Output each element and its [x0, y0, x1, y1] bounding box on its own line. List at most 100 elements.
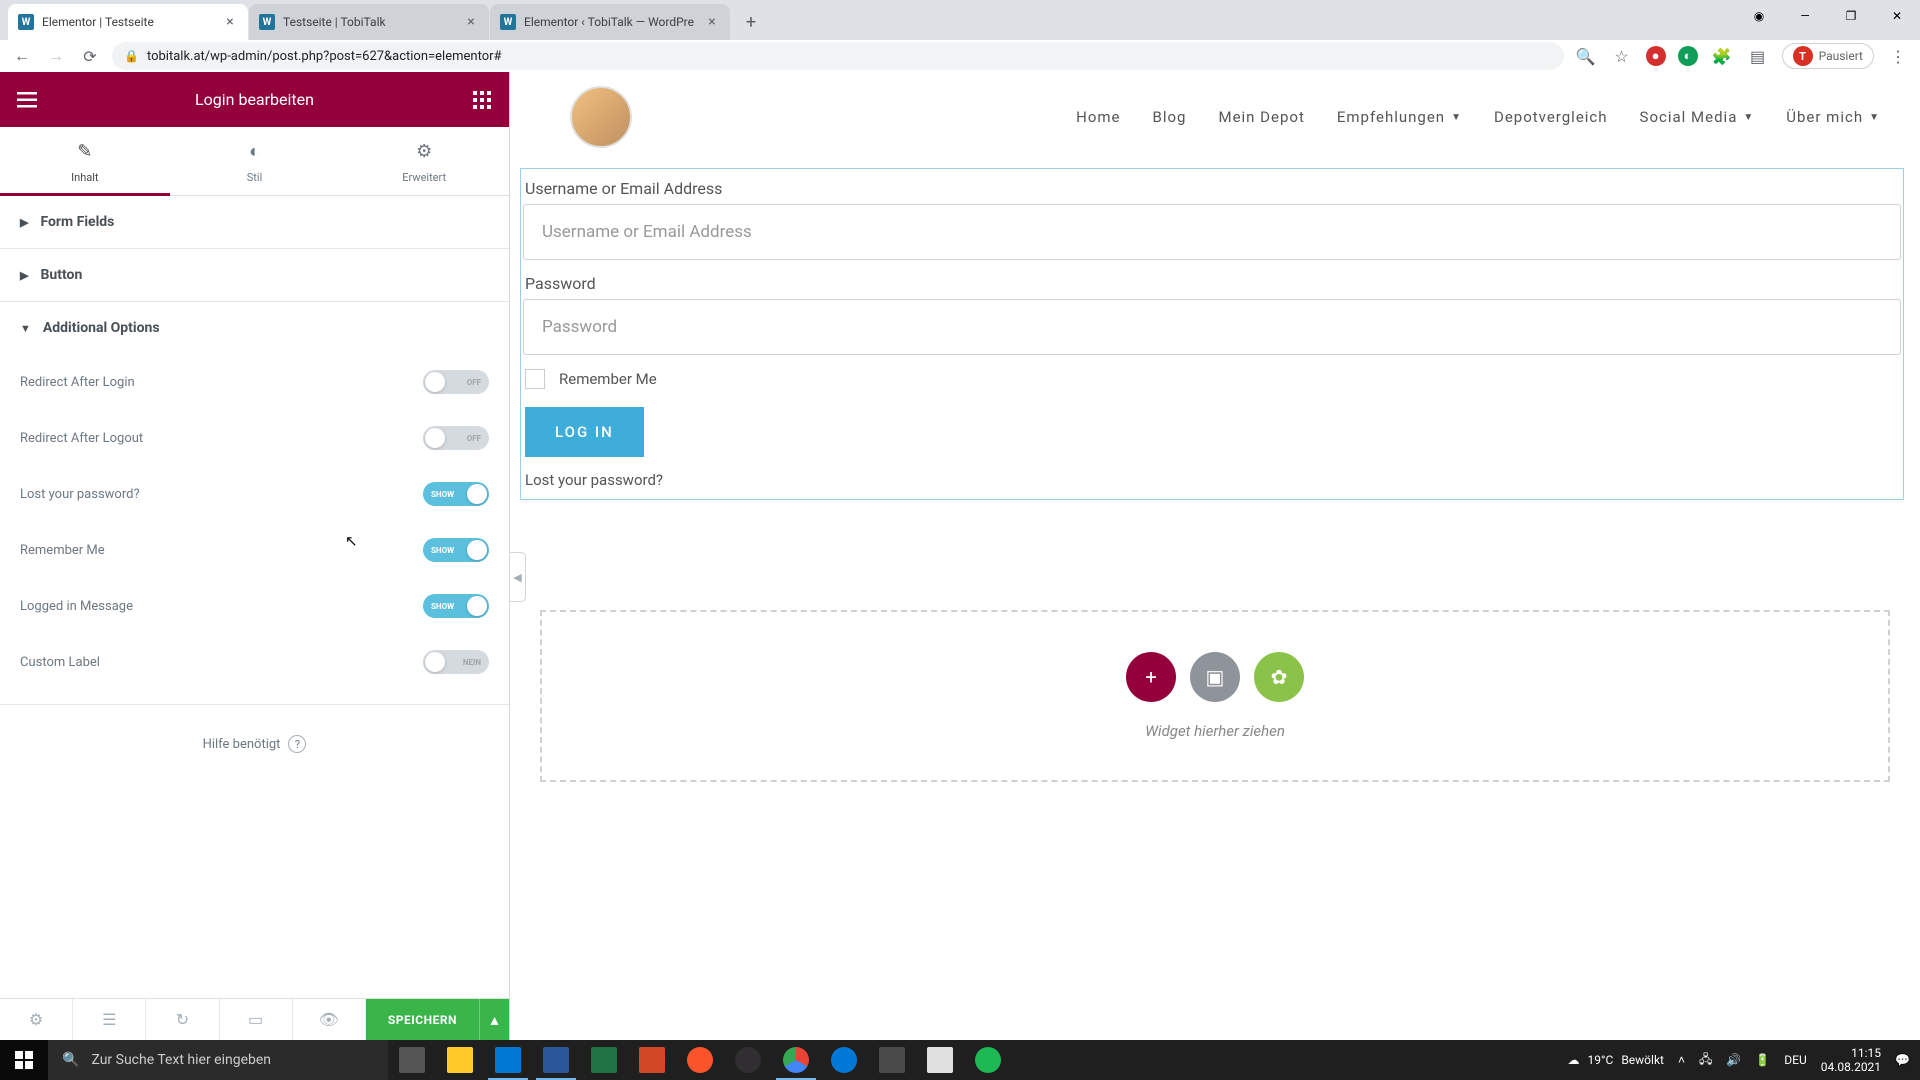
option-label: Remember Me: [20, 543, 105, 558]
toggle-redirect-logout[interactable]: OFF: [423, 426, 489, 450]
taskbar-search[interactable]: 🔍 Zur Suche Text hier eingeben: [48, 1040, 388, 1080]
start-button[interactable]: [0, 1040, 48, 1080]
hamburger-icon[interactable]: [14, 87, 40, 113]
toggle-custom-label[interactable]: NEIN: [423, 650, 489, 674]
word-icon[interactable]: [532, 1040, 580, 1080]
tab-advanced[interactable]: ⚙ Erweitert: [339, 127, 509, 195]
navigator-button[interactable]: ☰: [73, 999, 146, 1040]
toggle-remember-me[interactable]: SHOW: [423, 538, 489, 562]
tab-style[interactable]: ◐ Stil: [170, 127, 340, 195]
section-header[interactable]: ▼ Additional Options: [0, 302, 509, 354]
history-button[interactable]: ↻: [146, 999, 219, 1040]
nav-depot[interactable]: Mein Depot: [1218, 108, 1304, 126]
obs-icon[interactable]: [724, 1040, 772, 1080]
nav-compare[interactable]: Depotvergleich: [1494, 108, 1608, 126]
edge-icon[interactable]: [820, 1040, 868, 1080]
password-input[interactable]: Password: [523, 299, 1901, 355]
section-title: Additional Options: [43, 320, 160, 336]
powerpoint-icon[interactable]: [628, 1040, 676, 1080]
new-tab-button[interactable]: +: [737, 8, 765, 36]
preview-button[interactable]: 👁: [293, 999, 366, 1040]
settings-button[interactable]: ⚙: [0, 999, 73, 1040]
weather-widget[interactable]: ☁ 19°C Bewölkt: [1568, 1053, 1664, 1067]
clock[interactable]: 11:15 04.08.2021: [1821, 1046, 1881, 1075]
nav-blog[interactable]: Blog: [1153, 108, 1187, 126]
zoom-icon[interactable]: 🔍: [1574, 44, 1598, 68]
responsive-button[interactable]: ▭: [220, 999, 293, 1040]
help-link[interactable]: Hilfe benötigt ?: [0, 705, 509, 783]
volume-icon[interactable]: 🔊: [1726, 1053, 1741, 1067]
username-label: Username or Email Address: [523, 179, 1901, 198]
excel-icon[interactable]: [580, 1040, 628, 1080]
collapse-panel-handle[interactable]: ◀: [510, 552, 526, 602]
toggle-logged-in-message[interactable]: SHOW: [423, 594, 489, 618]
maximize-button[interactable]: ❐: [1828, 0, 1874, 32]
close-window-button[interactable]: ✕: [1874, 0, 1920, 32]
extensions-icon[interactable]: 🧩: [1710, 44, 1734, 68]
nav-recommendations[interactable]: Empfehlungen▼: [1337, 108, 1462, 126]
calendar-icon[interactable]: [484, 1040, 532, 1080]
panel-content: ▶ Form Fields ▶ Button ▼ Additional Opti…: [0, 196, 509, 998]
browser-tab[interactable]: W Elementor ‹ TobiTalk — WordPre ×: [490, 4, 730, 40]
nav-home[interactable]: Home: [1076, 108, 1120, 126]
extension-icon[interactable]: ●: [1646, 46, 1666, 66]
save-button[interactable]: SPEICHERN: [366, 999, 479, 1040]
spotify-icon[interactable]: [964, 1040, 1012, 1080]
login-widget[interactable]: Username or Email Address Username or Em…: [520, 168, 1904, 500]
weather-temp: 19°C: [1588, 1053, 1614, 1067]
nav-about[interactable]: Über mich▼: [1786, 108, 1880, 126]
brave-icon[interactable]: [676, 1040, 724, 1080]
forward-button[interactable]: →: [44, 44, 68, 68]
widgets-grid-icon[interactable]: [469, 87, 495, 113]
tab-content[interactable]: ✎ Inhalt: [0, 127, 170, 195]
notepad-icon[interactable]: [916, 1040, 964, 1080]
browser-tab[interactable]: W Testseite | TobiTalk ×: [249, 4, 489, 40]
tab-title: Testseite | TobiTalk: [283, 15, 463, 29]
browser-chrome: W Elementor | Testseite × W Testseite | …: [0, 0, 1920, 72]
reading-list-icon[interactable]: ▤: [1746, 44, 1770, 68]
save-options-button[interactable]: ▴: [479, 999, 509, 1040]
lost-password-link[interactable]: Lost your password?: [523, 471, 1901, 489]
extension-icon[interactable]: ◐: [1678, 46, 1698, 66]
task-view-button[interactable]: [388, 1040, 436, 1080]
section-form-fields[interactable]: ▶ Form Fields: [0, 196, 509, 249]
close-icon[interactable]: ×: [704, 14, 720, 30]
tray-chevron-icon[interactable]: ˄: [1678, 1053, 1685, 1067]
browser-tab-active[interactable]: W Elementor | Testseite ×: [8, 4, 248, 40]
network-icon[interactable]: 🖧: [1699, 1050, 1712, 1071]
drop-zone[interactable]: + ▣ ✿ Widget hierher ziehen: [540, 610, 1890, 782]
back-button[interactable]: ←: [10, 44, 34, 68]
wordpress-icon: W: [259, 14, 275, 30]
url-field[interactable]: 🔒 tobitalk.at/wp-admin/post.php?post=627…: [112, 42, 1564, 70]
site-logo[interactable]: [570, 86, 632, 148]
language-indicator[interactable]: DEU: [1784, 1053, 1806, 1067]
login-button[interactable]: LOG IN: [525, 407, 644, 457]
minimize-button[interactable]: —: [1782, 0, 1828, 32]
notifications-icon[interactable]: 💬: [1895, 1053, 1910, 1067]
menu-icon[interactable]: ⋮: [1886, 44, 1910, 68]
profile-badge[interactable]: T Pausiert: [1782, 43, 1874, 69]
nav-social[interactable]: Social Media▼: [1640, 108, 1755, 126]
close-icon[interactable]: ×: [463, 14, 479, 30]
bookmark-icon[interactable]: ☆: [1610, 44, 1634, 68]
panel-title: Login bearbeiten: [195, 90, 314, 109]
envato-button[interactable]: ✿: [1254, 652, 1304, 702]
explorer-icon[interactable]: [436, 1040, 484, 1080]
tab-title: Elementor | Testseite: [42, 15, 222, 29]
battery-icon[interactable]: 🔋: [1755, 1053, 1770, 1067]
tab-label: Erweitert: [402, 171, 446, 184]
app-icon[interactable]: [868, 1040, 916, 1080]
toggle-lost-password[interactable]: SHOW: [423, 482, 489, 506]
chevron-down-icon: ▼: [1451, 112, 1462, 123]
close-icon[interactable]: ×: [222, 14, 238, 30]
add-section-button[interactable]: +: [1126, 652, 1176, 702]
template-library-button[interactable]: ▣: [1190, 652, 1240, 702]
username-input[interactable]: Username or Email Address: [523, 204, 1901, 260]
remember-checkbox[interactable]: [525, 369, 545, 389]
section-button[interactable]: ▶ Button: [0, 249, 509, 302]
chrome-icon[interactable]: [772, 1040, 820, 1080]
option-label: Lost your password?: [20, 487, 140, 502]
account-icon[interactable]: ◉: [1736, 0, 1782, 32]
reload-button[interactable]: ⟳: [78, 44, 102, 68]
toggle-redirect-login[interactable]: OFF: [423, 370, 489, 394]
